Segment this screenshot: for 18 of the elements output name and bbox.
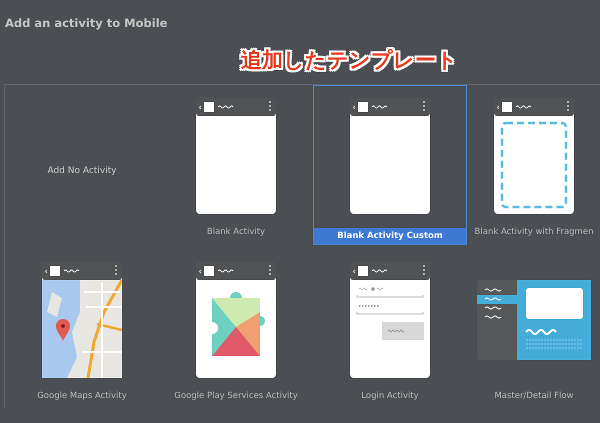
template-label: Blank Activity xyxy=(206,226,266,239)
dialog-title: Add an activity to Mobile xyxy=(4,16,168,32)
template-label: Blank Activity with Fragmen xyxy=(474,226,594,239)
template-tile[interactable]: Google Maps Activity xyxy=(5,249,159,409)
template-label: Add No Activity xyxy=(47,166,117,176)
template-tile[interactable]: Login Activity xyxy=(313,249,467,409)
annotation-text: 追加したテンプレート xyxy=(241,47,459,74)
template-tile[interactable]: Blank Activity xyxy=(159,85,313,245)
template-label: Blank Activity Custom xyxy=(314,228,466,244)
template-label: Login Activity xyxy=(360,390,420,403)
template-tile[interactable]: Blank Activity with Fragmen xyxy=(467,85,600,245)
template-tile[interactable]: Blank Activity Custom xyxy=(313,85,467,245)
template-tile[interactable]: Master/Detail Flow xyxy=(467,249,600,409)
template-label: Google Play Services Activity xyxy=(173,390,299,403)
template-tile[interactable]: Add No Activity xyxy=(5,85,159,245)
template-label: Google Maps Activity xyxy=(36,390,128,403)
template-tile[interactable]: Google Play Services Activity xyxy=(159,249,313,409)
template-label: Master/Detail Flow xyxy=(493,390,575,403)
